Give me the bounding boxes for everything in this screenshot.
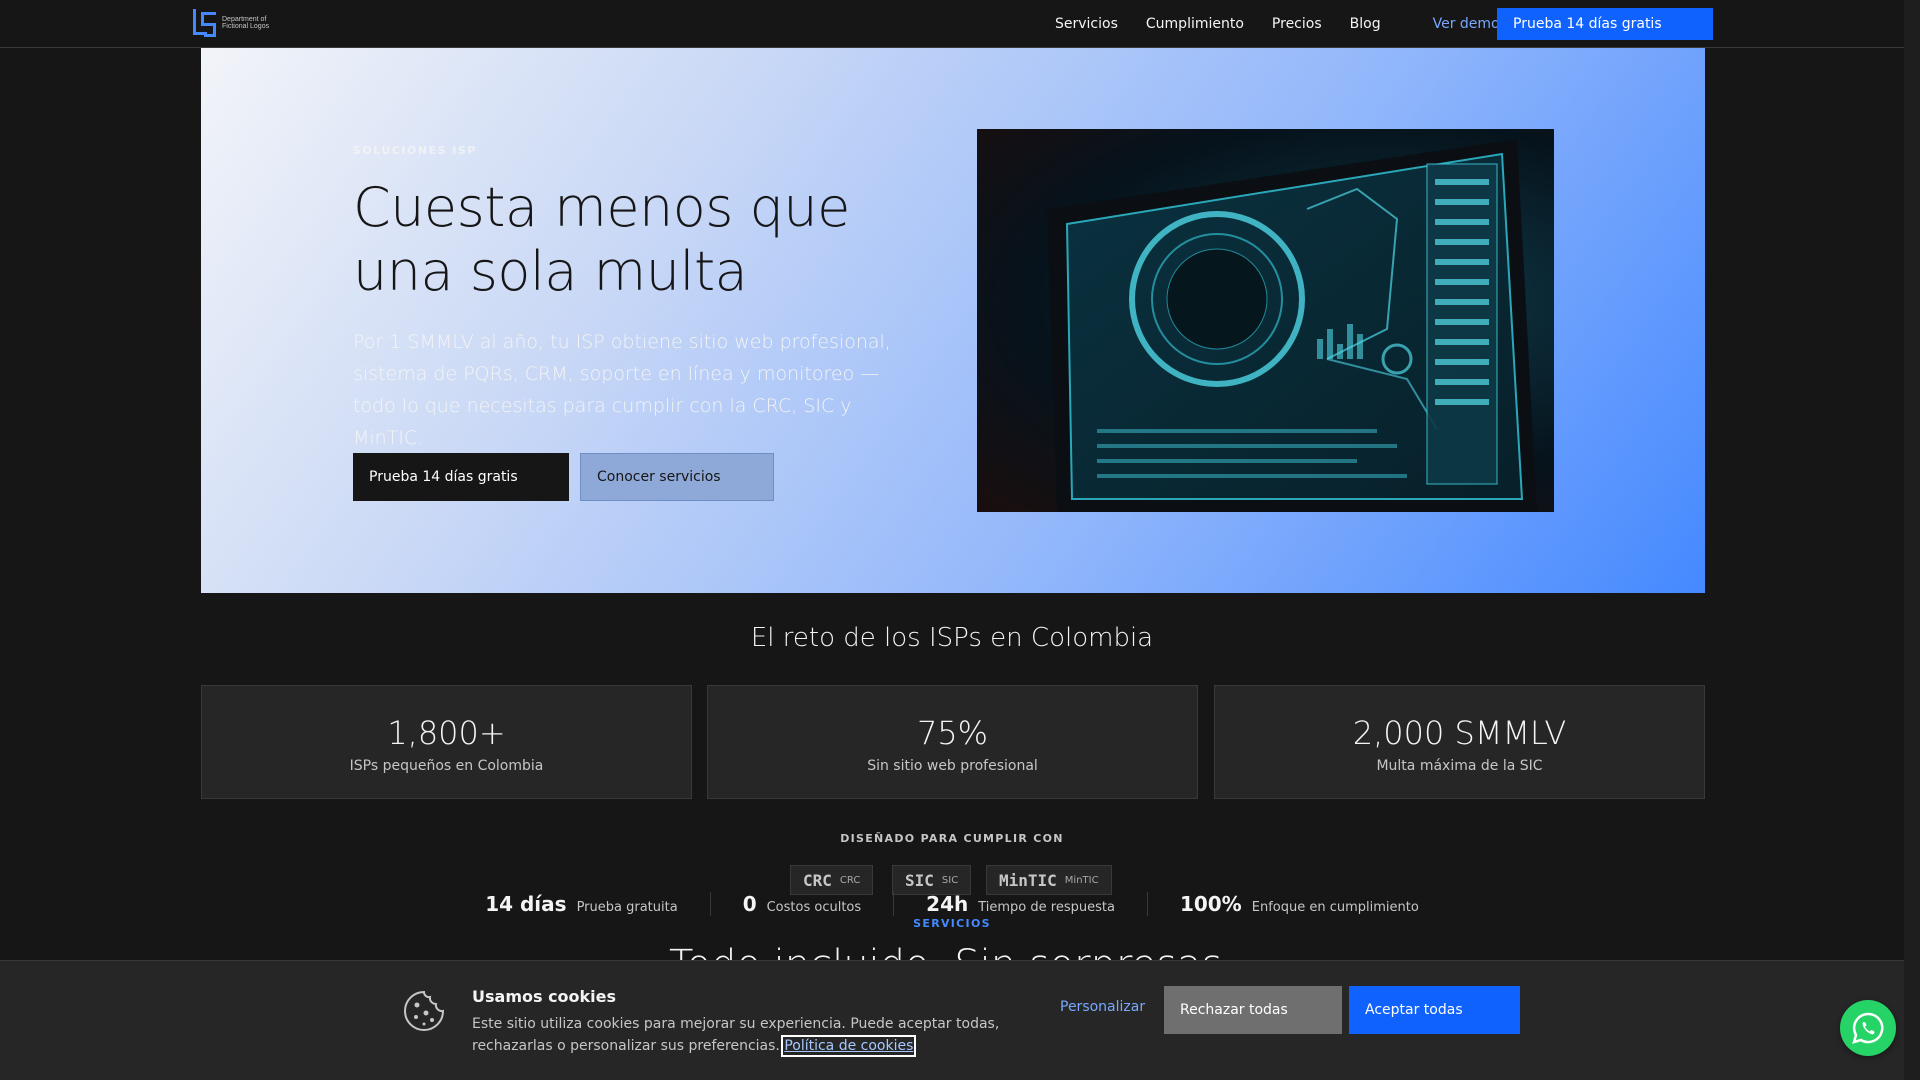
metric-text: Tiempo de respuesta bbox=[978, 900, 1115, 915]
stat-value: 1,800+ bbox=[387, 714, 506, 752]
hero-services-button[interactable]: Conocer servicios bbox=[580, 453, 774, 501]
nav-item-blog[interactable]: Blog bbox=[1350, 16, 1381, 32]
cookie-banner: Usamos cookies Este sitio utiliza cookie… bbox=[0, 960, 1904, 1080]
metric-value: 0 bbox=[742, 892, 757, 916]
cookie-description: Este sitio utiliza cookies para mejorar … bbox=[472, 1016, 1000, 1054]
compliance-badge-crc: CRC CRC bbox=[790, 865, 874, 895]
reject-cookies-button[interactable]: Rechazar todas bbox=[1164, 986, 1342, 1034]
demo-link[interactable]: Ver demo bbox=[1433, 16, 1500, 32]
whatsapp-button[interactable] bbox=[1840, 1000, 1896, 1056]
site-header: Department of Fictional Logos Servicios … bbox=[0, 0, 1904, 48]
badge-code: SIC bbox=[905, 870, 934, 890]
compliance-label: DISEÑADO PARA CUMPLIR CON bbox=[840, 832, 1064, 845]
nav-item-precios[interactable]: Precios bbox=[1272, 16, 1322, 32]
stat-value: 75% bbox=[916, 714, 989, 752]
hero-trial-button[interactable]: Prueba 14 días gratis bbox=[353, 453, 569, 501]
page-scrollbar[interactable] bbox=[1904, 0, 1920, 1080]
logo-icon bbox=[193, 9, 216, 37]
badge-name: MinTIC bbox=[1064, 874, 1099, 886]
logo[interactable]: Department of Fictional Logos bbox=[192, 8, 292, 38]
cookie-title: Usamos cookies bbox=[472, 987, 617, 1006]
hero-image bbox=[977, 129, 1554, 512]
logo-text: Department of Fictional Logos bbox=[222, 16, 270, 30]
compliance-badge-sic: SIC SIC bbox=[892, 865, 972, 895]
metrics-bar: 14 días Prueba gratuita 0 Costos ocultos… bbox=[0, 892, 1904, 916]
hero-title: Cuesta menos que una sola multa bbox=[353, 176, 850, 303]
metric-item: 24h Tiempo de respuesta bbox=[894, 892, 1148, 916]
stat-card: 1,800+ ISPs pequeños en Colombia bbox=[201, 685, 692, 799]
metric-value: 14 días bbox=[485, 892, 567, 916]
services-label: SERVICIOS bbox=[913, 917, 991, 930]
challenge-title: El reto de los ISPs en Colombia bbox=[750, 623, 1154, 653]
metric-item: 0 Costos ocultos bbox=[711, 892, 895, 916]
metric-value: 24h bbox=[926, 892, 969, 916]
metric-text: Enfoque en cumplimiento bbox=[1251, 900, 1419, 915]
hero-eyebrow: SOLUCIONES ISP bbox=[353, 144, 477, 157]
badge-name: SIC bbox=[941, 874, 959, 886]
badge-code: MinTIC bbox=[999, 870, 1057, 890]
header-trial-button[interactable]: Prueba 14 días gratis bbox=[1497, 8, 1713, 40]
metric-item: 100% Enfoque en cumplimiento bbox=[1148, 892, 1451, 916]
compliance-badge-mintic: MinTIC MinTIC bbox=[986, 865, 1112, 895]
stat-card: 2,000 SMMLV Multa máxima de la SIC bbox=[1214, 685, 1705, 799]
metric-text: Prueba gratuita bbox=[576, 900, 678, 915]
cookie-text: Este sitio utiliza cookies para mejorar … bbox=[472, 1013, 1032, 1057]
hero-section: SOLUCIONES ISP Cuesta menos que una sola… bbox=[201, 48, 1705, 593]
main-nav: Servicios Cumplimiento Precios Blog Ver … bbox=[1055, 0, 1540, 48]
metric-item: 14 días Prueba gratuita bbox=[453, 892, 711, 916]
cookie-policy-link[interactable]: Política de cookies bbox=[781, 1035, 917, 1057]
cookie-icon bbox=[404, 990, 445, 1031]
badge-name: CRC bbox=[839, 874, 861, 886]
metric-value: 100% bbox=[1179, 892, 1242, 916]
nav-item-cumplimiento[interactable]: Cumplimiento bbox=[1146, 16, 1244, 32]
hero-description: Por 1 SMMLV al año, tu ISP obtiene sitio… bbox=[353, 331, 891, 449]
monitor-illustration bbox=[1047, 139, 1537, 512]
stat-value: 2,000 SMMLV bbox=[1352, 714, 1567, 752]
stat-label: ISPs pequeños en Colombia bbox=[349, 758, 544, 774]
badge-code: CRC bbox=[803, 870, 832, 890]
stat-card: 75% Sin sitio web profesional bbox=[707, 685, 1198, 799]
customize-cookies-button[interactable]: Personalizar bbox=[1060, 999, 1145, 1015]
stat-label: Sin sitio web profesional bbox=[867, 758, 1038, 774]
stat-label: Multa máxima de la SIC bbox=[1376, 758, 1543, 774]
nav-item-servicios[interactable]: Servicios bbox=[1055, 16, 1118, 32]
whatsapp-icon bbox=[1852, 1012, 1884, 1044]
metric-text: Costos ocultos bbox=[766, 900, 862, 915]
accept-cookies-button[interactable]: Aceptar todas bbox=[1349, 986, 1520, 1034]
